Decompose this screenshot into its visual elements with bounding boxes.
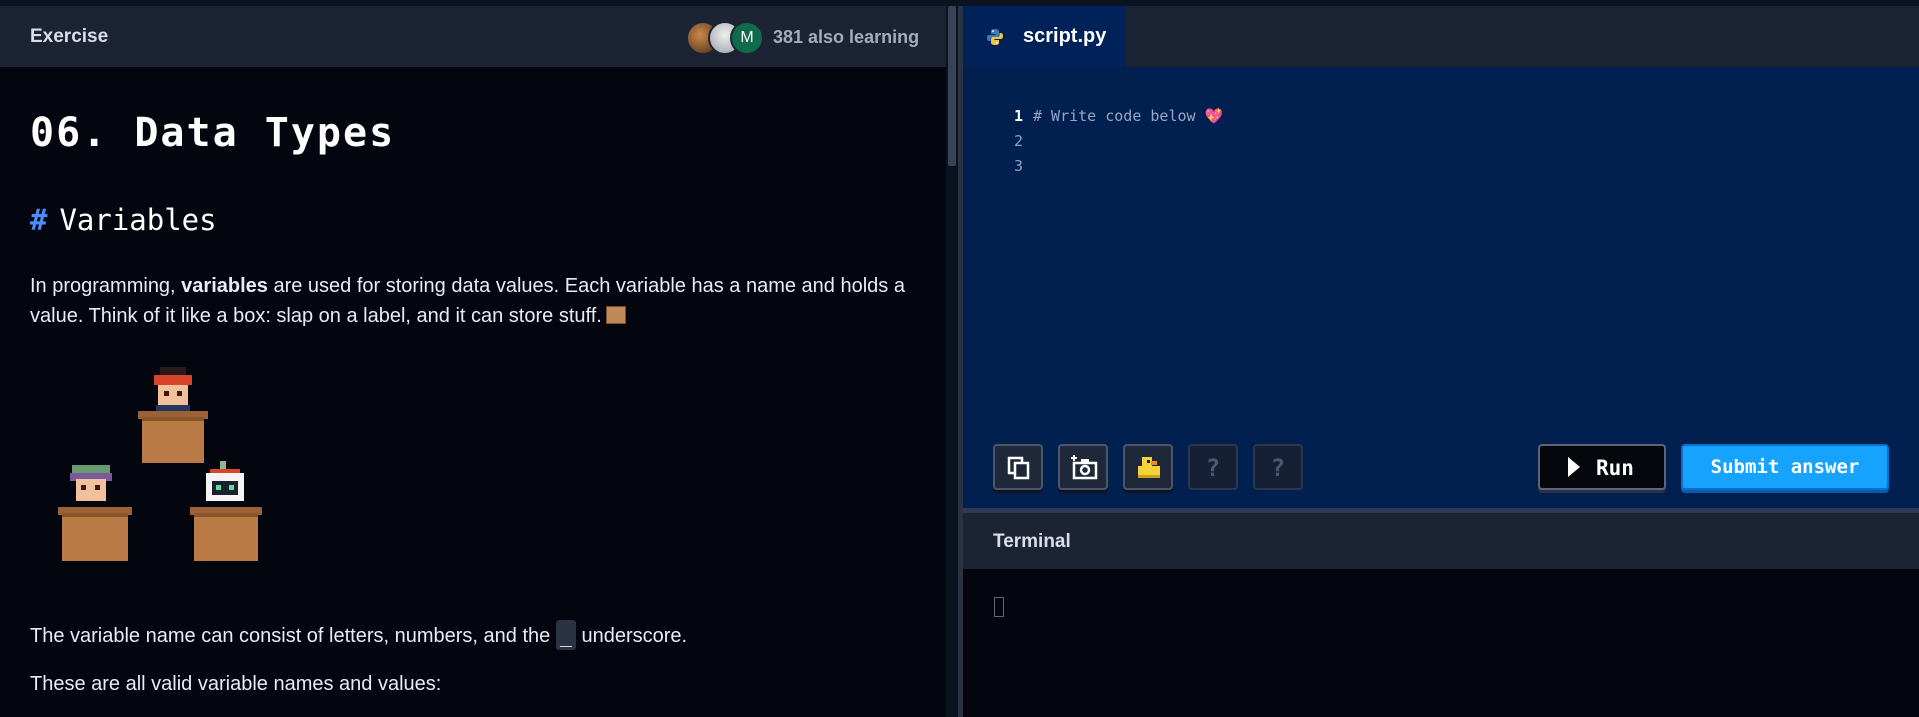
python-icon <box>987 29 1003 45</box>
p2-text-after: underscore. <box>575 625 688 647</box>
character-green-hair <box>58 465 132 561</box>
code-line-1[interactable]: # Write code below 💖 <box>1033 107 1223 125</box>
intro-paragraph: In programming, variables are used for s… <box>30 271 910 331</box>
play-icon <box>1568 457 1580 477</box>
section-heading: # Variables <box>30 203 217 237</box>
section-title: Variables <box>59 203 217 237</box>
help-icon: ? <box>1205 454 1221 482</box>
editor-tabbar: script.py <box>963 6 1919 67</box>
run-button[interactable]: Run <box>1538 444 1666 490</box>
code-editor[interactable]: 1 2 3 # Write code below 💖 ? ? Run Submi… <box>963 67 1919 508</box>
tab-script-py[interactable]: script.py <box>963 6 1125 67</box>
line-number: 2 <box>1013 132 1023 150</box>
valid-names-paragraph: These are all valid variable names and v… <box>30 673 442 695</box>
submit-answer-button[interactable]: Submit answer <box>1681 444 1889 490</box>
character-red-hair <box>138 367 208 463</box>
copy-button[interactable] <box>993 444 1043 490</box>
line-number: 1 <box>1013 107 1023 125</box>
rubber-duck-icon <box>1138 457 1160 478</box>
underscore-code: _ <box>555 620 576 650</box>
hash-icon: # <box>30 203 48 237</box>
character-robot <box>190 461 262 561</box>
tab-label: script.py <box>1023 25 1107 47</box>
terminal-output[interactable] <box>963 569 1919 717</box>
characters-in-boxes-illustration <box>58 367 262 561</box>
terminal-title: Terminal <box>993 531 1071 552</box>
rubber-duck-button[interactable] <box>1123 444 1173 490</box>
help-button-1[interactable]: ? <box>1188 444 1238 490</box>
intro-bold: variables <box>181 275 268 297</box>
help-icon: ? <box>1270 454 1286 482</box>
intro-text: In programming, <box>30 275 182 297</box>
exercise-header-title: Exercise <box>30 26 109 47</box>
copy-icon <box>1007 456 1030 480</box>
screenshot-icon <box>1071 455 1098 480</box>
screenshot-button[interactable] <box>1058 444 1108 490</box>
variable-name-paragraph: The variable name can consist of letters… <box>30 620 910 651</box>
help-button-2[interactable]: ? <box>1253 444 1303 490</box>
avatar: M <box>730 21 764 55</box>
scrollbar-thumb[interactable] <box>948 6 956 166</box>
terminal-header: Terminal <box>963 513 1919 569</box>
submit-label: Submit answer <box>1710 456 1860 478</box>
learner-avatars: M <box>686 21 770 55</box>
exercise-panel: Exercise M 381 also learning 06. Data Ty… <box>0 6 946 717</box>
p2-text: The variable name can consist of letters… <box>30 625 556 647</box>
package-icon <box>605 306 626 324</box>
run-label: Run <box>1596 456 1634 480</box>
workspace-panel: script.py 1 2 3 # Write code below 💖 ? ?… <box>963 6 1919 717</box>
exercise-header: Exercise M 381 also learning <box>0 6 946 67</box>
line-number: 3 <box>1013 157 1023 175</box>
lesson-title: 06. Data Types <box>30 110 396 156</box>
terminal-cursor <box>994 597 1004 617</box>
learning-count: 381 also learning <box>773 27 920 47</box>
